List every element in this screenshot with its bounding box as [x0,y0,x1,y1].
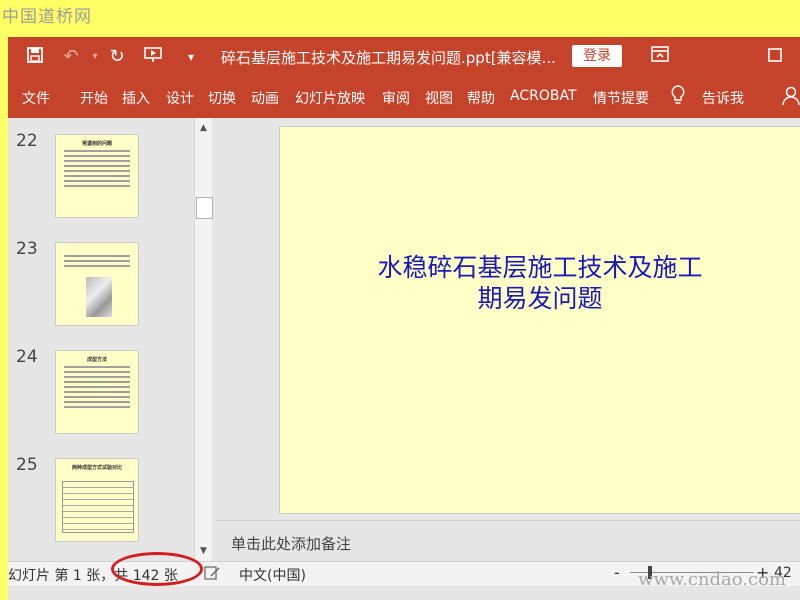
tab-storyboarding[interactable]: 情节提要 [593,88,649,108]
customize-toolbar-icon[interactable]: ▾ [180,46,202,68]
slide-number: 25 [16,455,38,475]
slide-thumbnail-25[interactable]: 两种成型方式试验对比 [55,458,139,542]
red-highlight-circle [111,552,203,586]
slide-title[interactable]: 水稳碎石基层施工技术及施工 期易发问题 [280,252,800,314]
scroll-up-arrow-icon[interactable]: ▲ [195,120,212,136]
slide-title-line-1: 水稳碎石基层施工技术及施工 [377,253,703,282]
notes-placeholder: 单击此处添加备注 [231,535,352,553]
powerpoint-window: ↶ ▾ ↻ ▾ 碎石基层施工技术及施工期易发问题.ppt[兼容模... 登录 文… [8,37,800,600]
undo-dropdown-icon[interactable]: ▾ [84,46,106,68]
thumbnail-caption: 常遇到的问题 [81,141,112,147]
maximize-icon[interactable] [764,46,786,68]
tab-insert[interactable]: 插入 [122,88,150,108]
current-slide[interactable]: 水稳碎石基层施工技术及施工 期易发问题 [279,126,800,514]
undo-icon[interactable]: ↶ [60,46,82,68]
tab-review[interactable]: 审阅 [382,88,410,108]
watermark-url: www.cndao.com [638,569,786,590]
tab-home[interactable]: 开始 [80,88,108,108]
tell-me-search[interactable]: 告诉我 [702,88,744,108]
user-icon[interactable] [782,86,800,110]
tab-view[interactable]: 视图 [425,88,453,108]
redo-icon[interactable]: ↻ [106,46,128,68]
core-sample-image [86,277,112,317]
slide-editor: 水稳碎石基层施工技术及施工 期易发问题 [216,118,800,520]
slide-number: 22 [16,131,38,151]
tab-acrobat[interactable]: ACROBAT [510,88,577,104]
thumbnail-caption: 成型方法 [86,357,107,363]
scroll-thumb[interactable] [196,197,213,219]
tab-help[interactable]: 帮助 [467,88,495,108]
title-bar: ↶ ▾ ↻ ▾ 碎石基层施工技术及施工期易发问题.ppt[兼容模... 登录 [8,37,800,76]
ribbon-tab-bar: 文件 开始 插入 设计 切换 动画 幻灯片放映 审阅 视图 帮助 ACROBAT… [8,76,800,118]
lightbulb-icon[interactable] [670,85,686,110]
slide-thumbnail-22[interactable]: 常遇到的问题 [55,134,139,218]
tab-animations[interactable]: 动画 [251,88,279,108]
language-indicator[interactable]: 中文(中国) [239,565,306,585]
scroll-down-arrow-icon[interactable]: ▼ [195,543,212,559]
watermark-site-name: 中国道桥网 [2,7,92,27]
zoom-out-button[interactable]: - [614,563,620,582]
slide-number: 24 [16,347,38,367]
slide-number: 23 [16,239,38,259]
spelling-check-icon[interactable] [204,565,220,584]
slide-thumbnail-24[interactable]: 成型方法 [55,350,139,434]
thumbnail-scrollbar[interactable]: ▲ ▼ [194,118,213,561]
save-icon[interactable] [24,46,46,68]
ribbon-display-options-icon[interactable] [649,46,671,68]
login-button[interactable]: 登录 [572,45,622,67]
slideshow-from-start-icon[interactable] [142,46,164,68]
slide-title-line-2: 期易发问题 [477,284,603,313]
tab-file[interactable]: 文件 [22,88,50,108]
notes-pane[interactable]: 单击此处添加备注 [216,520,800,562]
slide-thumbnail-23[interactable] [55,242,139,326]
slide-thumbnail-pane: 22 常遇到的问题 23 24 成型方法 25 两种成型方式试验对比 [8,118,214,561]
document-title: 碎石基层施工技术及施工期易发问题.ppt[兼容模... [221,49,556,67]
thumbnail-caption: 两种成型方式试验对比 [71,465,122,471]
tab-slideshow[interactable]: 幻灯片放映 [295,88,365,108]
tab-design[interactable]: 设计 [166,88,194,108]
tab-transitions[interactable]: 切换 [208,88,236,108]
comparison-table-preview [62,481,134,533]
